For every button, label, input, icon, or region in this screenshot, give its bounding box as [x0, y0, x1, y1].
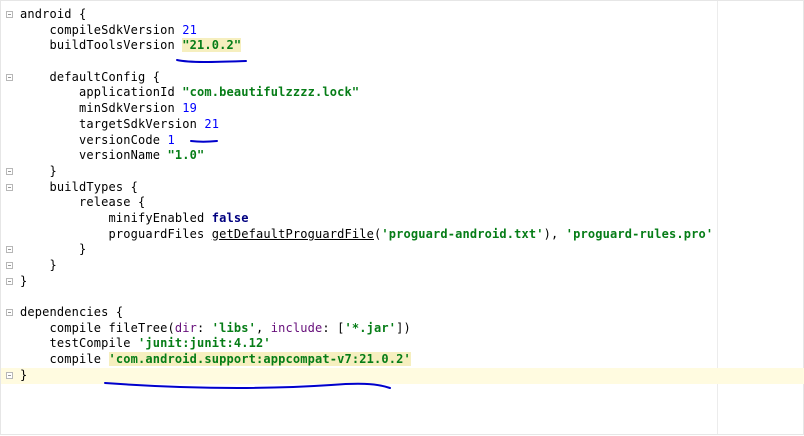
code-line-21: compile fileTree(dir: 'libs', include: [… [20, 320, 411, 335]
fold-icon[interactable] [6, 371, 13, 379]
fold-icon[interactable] [6, 183, 13, 191]
code-line-16: } [6, 242, 803, 258]
code-line-17: } [6, 258, 803, 274]
code-line-6: applicationId "com.beautifulzzzz.lock" [20, 85, 360, 100]
code-editor[interactable]: android { compileSdkVersion 21 buildTool… [0, 0, 804, 435]
fold-icon[interactable] [6, 246, 13, 254]
fold-icon[interactable] [6, 167, 13, 175]
fold-icon[interactable] [6, 262, 13, 269]
code-line-3: buildToolsVersion "21.0.2" [20, 38, 242, 53]
code-line-15: proguardFiles getDefaultProguardFile('pr… [20, 226, 714, 241]
code-line-8: targetSdkVersion 21 [20, 116, 220, 131]
code-line-20: dependencies { [6, 305, 803, 321]
code-line-14: minifyEnabled false [20, 210, 249, 225]
code-line-10: versionName "1.0" [20, 148, 205, 163]
code-line-11: } [6, 164, 803, 180]
code-line-22: testCompile 'junit:junit:4.12' [20, 336, 271, 351]
code-line-9: versionCode 1 [20, 132, 175, 147]
code-line-1: android { [6, 7, 803, 23]
target-sdk-version-value: 21 [204, 116, 220, 131]
code-line-24-current[interactable]: } [1, 367, 804, 384]
fold-icon[interactable] [6, 277, 13, 285]
fold-icon[interactable] [6, 309, 13, 317]
code-line-12: buildTypes { [6, 180, 803, 196]
build-tools-version-value: "21.0.2" [182, 38, 242, 53]
code-line-23: compile 'com.android.support:appcompat-v… [20, 352, 411, 367]
code-line-7: minSdkVersion 19 [20, 101, 197, 116]
fold-icon[interactable] [6, 73, 13, 81]
code-line-5: defaultConfig { [6, 70, 803, 86]
gradle-code[interactable]: android { compileSdkVersion 21 buildTool… [1, 7, 804, 384]
code-line-18: } [6, 274, 803, 290]
fold-icon[interactable] [6, 11, 13, 18]
code-line-13: release { [20, 195, 146, 210]
appcompat-dependency-value: 'com.android.support:appcompat-v7:21.0.2… [108, 352, 411, 367]
code-line-2: compileSdkVersion 21 [20, 22, 197, 37]
